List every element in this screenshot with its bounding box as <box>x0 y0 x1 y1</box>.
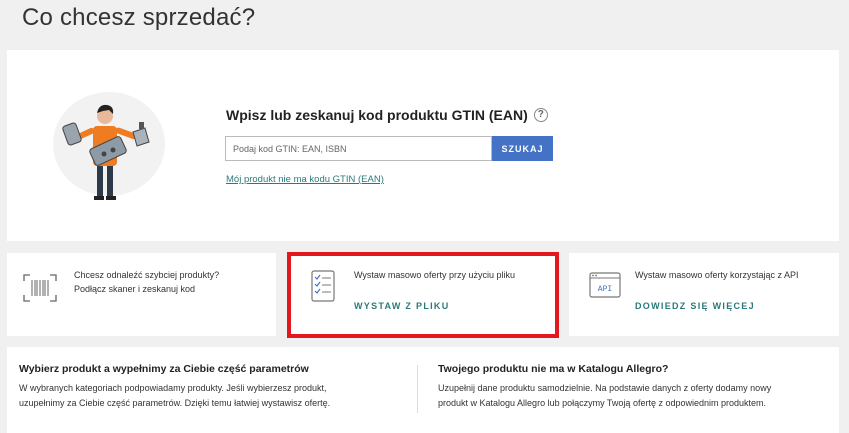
learn-more-link[interactable]: DOWIEDZ SIĘ WIĘCEJ <box>635 301 755 311</box>
gtin-search-title: Wpisz lub zeskanuj kod produktu GTIN (EA… <box>226 107 528 123</box>
api-icon-label: API <box>598 285 612 294</box>
info-right-column: Twojego produktu nie ma w Katalogu Alleg… <box>438 363 771 411</box>
info-divider <box>417 365 418 413</box>
scanner-option-card[interactable]: Chcesz odnaleźć szybciej produkty? Podłą… <box>7 253 276 336</box>
barcode-scanner-icon <box>23 274 57 302</box>
person-with-products-illustration <box>53 92 165 200</box>
info-right-line1: Uzupełnij dane produktu samodzielnie. Na… <box>438 383 772 393</box>
no-gtin-code-link[interactable]: Mój produkt nie ma kodu GTIN (EAN) <box>226 174 384 185</box>
info-card: Wybierz produkt a wypełnimy za Ciebie cz… <box>7 347 839 433</box>
scanner-option-line2: Podłącz skaner i zeskanuj kod <box>74 284 196 294</box>
page: Co chcesz sprzedać? Wpisz lub zeskanuj k… <box>0 0 849 433</box>
help-icon[interactable]: ? <box>533 108 548 122</box>
api-icon: API <box>589 272 621 298</box>
info-left-column: Wybierz produkt a wypełnimy za Ciebie cz… <box>19 363 330 411</box>
gtin-search-card: Wpisz lub zeskanuj kod produktu GTIN (EA… <box>7 50 839 241</box>
scanner-option-text: Chcesz odnaleźć szybciej produkty? Podłą… <box>74 268 219 296</box>
info-right-title: Twojego produktu nie ma w Katalogu Alleg… <box>438 363 669 375</box>
api-option-text: Wystaw masowo oferty korzystając z API <box>635 270 799 280</box>
info-left-line1: W wybranych kategoriach podpowiadamy pro… <box>19 383 327 393</box>
checklist-file-icon <box>311 270 335 302</box>
info-right-line2: produkt w Katalogu Allegro lub połączymy… <box>438 398 767 408</box>
search-button[interactable]: SZUKAJ <box>492 136 553 161</box>
info-left-title: Wybierz produkt a wypełnimy za Ciebie cz… <box>19 363 309 375</box>
info-left-line2: uzupełnimy za Ciebie część parametrów. D… <box>19 398 331 408</box>
file-upload-option-text: Wystaw masowo oferty przy użyciu pliku <box>354 270 515 280</box>
gtin-search-heading: Wpisz lub zeskanuj kod produktu GTIN (EA… <box>226 107 548 123</box>
upload-from-file-link[interactable]: WYSTAW Z PLIKU <box>354 301 450 311</box>
page-title: Co chcesz sprzedać? <box>22 4 256 31</box>
scanner-option-line1: Chcesz odnaleźć szybciej produkty? <box>74 270 220 280</box>
gtin-search-input[interactable] <box>225 136 492 161</box>
api-option-card[interactable]: API Wystaw masowo oferty korzystając z A… <box>569 253 839 336</box>
file-upload-option-card[interactable]: Wystaw masowo oferty przy użyciu pliku W… <box>287 253 557 336</box>
